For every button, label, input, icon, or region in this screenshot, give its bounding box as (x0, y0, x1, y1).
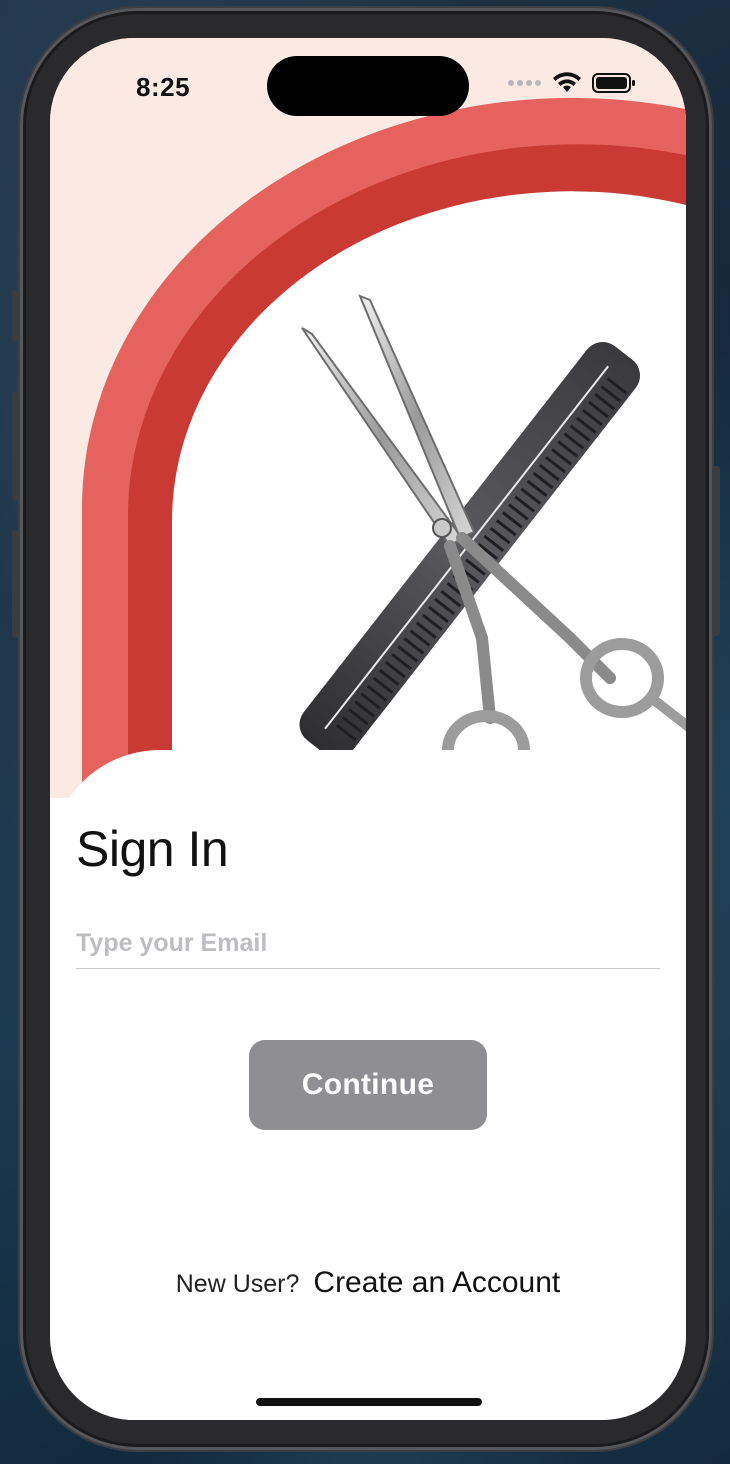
app-screen: 8:25 Sign In Continue New User? Create a… (50, 38, 686, 1420)
battery-icon (592, 73, 635, 93)
status-icons (508, 72, 636, 94)
volume-up-button (12, 392, 20, 500)
hero-banner (50, 38, 686, 798)
continue-button[interactable]: Continue (249, 1040, 487, 1130)
page-title: Sign In (76, 821, 229, 877)
action-button (12, 290, 20, 342)
home-indicator[interactable] (256, 1398, 482, 1406)
arch-graphic (82, 97, 686, 798)
signup-prompt: New User? Create an Account (50, 1266, 686, 1300)
status-time: 8:25 (136, 72, 191, 102)
wifi-icon (553, 72, 581, 92)
dynamic-island (267, 56, 469, 116)
power-button (712, 466, 720, 636)
volume-down-button (12, 530, 20, 638)
create-account-link[interactable]: Create an Account (313, 1266, 560, 1300)
new-user-label: New User? (175, 1270, 300, 1298)
cellular-dots-icon (508, 80, 541, 86)
email-field[interactable] (76, 918, 660, 969)
